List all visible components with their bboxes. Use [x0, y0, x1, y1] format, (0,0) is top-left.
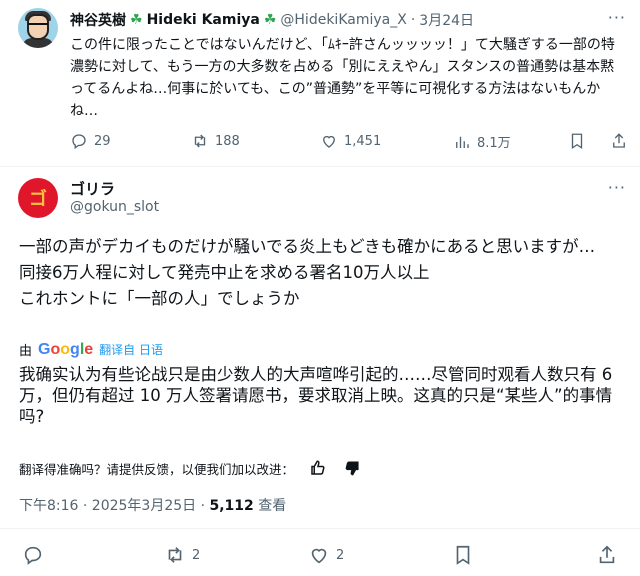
author-handle[interactable]: @HidekiKamiya_X — [280, 12, 406, 28]
reply-icon — [24, 546, 42, 565]
repost-icon — [194, 134, 206, 148]
repost-button[interactable]: 2 — [164, 544, 200, 566]
reply-button[interactable]: 29 — [70, 132, 111, 150]
post-action-bar: 2 2 — [0, 540, 640, 568]
like-button[interactable]: 2 — [308, 544, 344, 566]
views-count: 8.1万 — [477, 136, 511, 151]
post-date[interactable]: 3月24日 — [419, 10, 474, 30]
translation-text: 我确实认为有些论战只是由少数人的大声喧哗引起的……尽管同时观看人数只有 6 万，… — [19, 365, 613, 426]
quoted-header: 神谷英樹 ☘ Hideki Kamiya ☘ @HidekiKamiya_X ·… — [70, 10, 474, 30]
repost-button[interactable]: 188 — [191, 132, 240, 150]
divider — [0, 166, 640, 167]
google-logo: Google — [38, 340, 94, 358]
translation-attribution: 由 Google 翻译自 日语 — [19, 340, 163, 360]
avatar-glasses — [28, 23, 48, 29]
repost-count: 188 — [215, 133, 240, 149]
post-text-line: これホントに「一部の人」でしょうか — [19, 289, 300, 308]
post-text-line: 一部の声がデカイものだけが騒いでる炎上もどきも確かにあると思いますが… — [19, 237, 596, 256]
quoted-tweet[interactable]: 神谷英樹 ☘ Hideki Kamiya ☘ @HidekiKamiya_X ·… — [0, 0, 640, 166]
thumbs-down-icon — [345, 461, 359, 476]
author-name-en[interactable]: Hideki Kamiya — [147, 12, 260, 28]
share-button[interactable] — [596, 544, 618, 566]
views-label: 查看 — [253, 498, 287, 514]
bookmark-icon — [571, 133, 583, 150]
bookmark-button[interactable] — [452, 544, 474, 566]
repost-count: 2 — [192, 547, 201, 563]
views-count: 5,112 — [209, 498, 254, 514]
like-count: 2 — [336, 547, 345, 563]
thumbs-down-button[interactable] — [342, 458, 362, 478]
post-meta: 下午8:16 · 2025年3月25日 · 5,112 查看 — [19, 495, 286, 515]
repost-icon — [168, 547, 182, 563]
author-handle[interactable]: @gokun_slot — [70, 199, 159, 215]
like-count: 1,451 — [344, 133, 382, 149]
clover-icon: ☘ — [263, 12, 277, 28]
quoted-action-bar: 29 188 1,451 8.1万 — [70, 132, 630, 154]
heart-icon — [311, 548, 327, 564]
bookmark-icon — [456, 545, 470, 565]
thumbs-up-icon — [311, 460, 325, 475]
post-text: 一部の声がデカイものだけが騒いでる炎上もどきも確かにあると思いますが… 同接6万… — [19, 234, 629, 312]
reply-button[interactable] — [22, 544, 44, 566]
translation-feedback: 翻译得准确吗？请提供反馈，以便我们加以改进： — [19, 458, 362, 478]
share-icon — [613, 133, 625, 148]
translated-from-label[interactable]: 翻译自 日语 — [99, 341, 163, 358]
post-text-line: 同接6万人程に対して発売中止を求める署名10万人以上 — [19, 263, 430, 282]
views-button[interactable]: 8.1万 — [453, 132, 511, 151]
reply-count: 29 — [94, 133, 111, 149]
avatar[interactable] — [18, 8, 58, 48]
like-button[interactable]: 1,451 — [320, 132, 381, 150]
translated-by-label: 由 — [19, 344, 33, 359]
divider — [0, 528, 640, 529]
share-icon — [599, 545, 615, 564]
heart-icon — [323, 135, 335, 148]
author-name[interactable]: ゴリラ — [70, 178, 115, 199]
avatar[interactable]: ゴ — [18, 178, 58, 218]
feedback-prompt: 翻译得准确吗？请提供反馈，以便我们加以改进： — [19, 461, 295, 477]
more-dots-icon[interactable]: ··· — [608, 178, 626, 197]
reply-icon — [72, 134, 86, 150]
post-timestamp[interactable]: 下午8:16 · 2025年3月25日 · — [19, 498, 210, 514]
clover-icon: ☘ — [130, 12, 143, 28]
bookmark-button[interactable] — [568, 132, 586, 150]
quoted-text: この件に限ったことではないんだけど、「ﾑｷｰ許さんッッッッ！」て大騒ぎする一部の… — [70, 37, 615, 119]
thumbs-up-button[interactable] — [308, 458, 328, 478]
views-chart-icon — [456, 136, 469, 148]
share-button[interactable] — [610, 132, 628, 150]
separator-dot: · — [410, 12, 416, 28]
author-name[interactable]: 神谷英樹 — [70, 10, 126, 30]
more-dots-icon[interactable]: ··· — [608, 8, 626, 27]
